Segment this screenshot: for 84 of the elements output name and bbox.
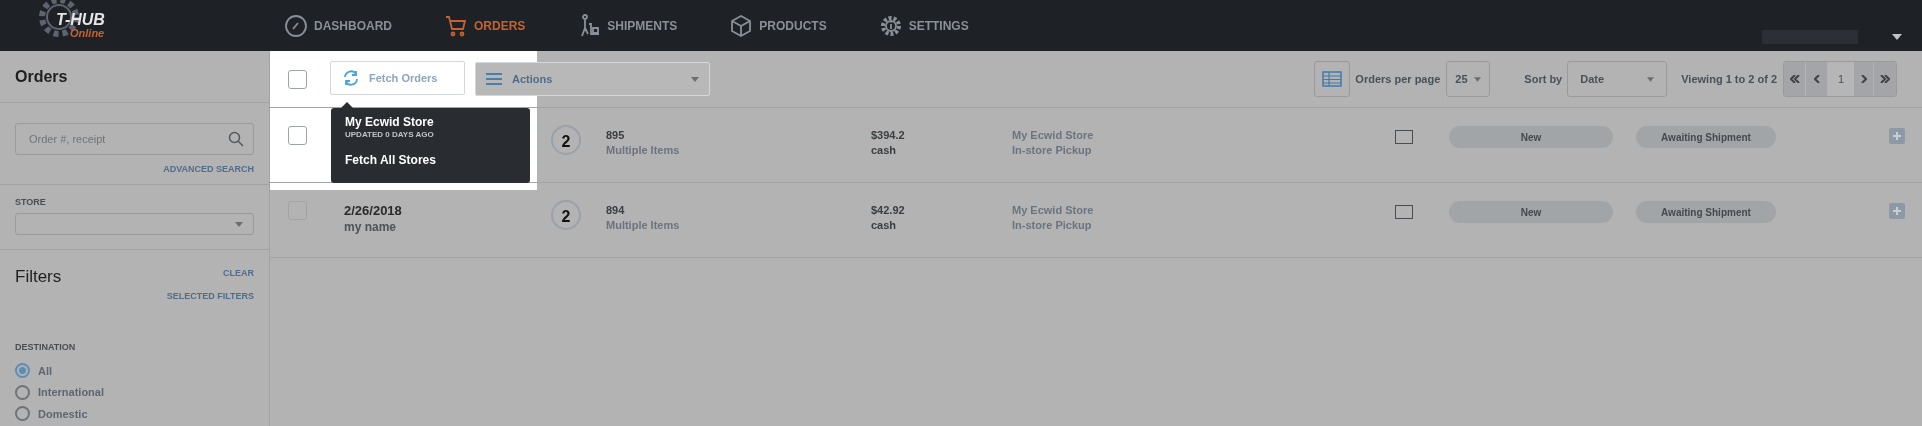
checkbox[interactable] [288,126,307,145]
radio-option[interactable]: Domestic [15,405,254,422]
gear-icon [878,13,903,38]
next-page-button[interactable] [1854,62,1874,96]
order-total: $394.2 [871,128,906,143]
table-icon [1322,71,1343,87]
radio-option[interactable]: International [15,384,254,401]
flag-checkbox[interactable] [1395,130,1413,144]
shipment-status-pill[interactable]: Awaiting Shipment [1636,201,1776,223]
search-field[interactable]: Order #, receipt [15,123,254,155]
actions-dropdown[interactable]: Actions [475,62,710,96]
plus-icon [1893,207,1901,215]
order-number: 895 [606,128,626,143]
tooltip-store-name[interactable]: My Ecwid Store [345,115,516,129]
plus-icon [1893,132,1901,140]
logo[interactable]: T-HUB Online [0,0,270,51]
destination-label: DESTINATION [15,341,77,354]
radio-button[interactable] [15,384,30,400]
item-count-badge: 2 [551,125,581,155]
caret-icon [235,221,243,227]
double-chevron-left-icon [1789,75,1800,83]
store-name: My Ecwid Store [1012,203,1095,218]
items-summary: Multiple Items [606,218,681,233]
caret-icon [691,76,699,82]
refresh-icon [343,70,359,86]
customer-name: my name [344,219,398,235]
chevron-right-icon [1860,75,1867,83]
box-icon [729,13,754,38]
items-summary: Multiple Items [606,143,681,158]
flag-checkbox[interactable] [1395,205,1413,219]
fetch-orders-button[interactable]: Fetch Orders [330,61,465,95]
clear-link[interactable]: CLEAR [223,267,254,281]
radio-button[interactable] [15,406,30,422]
order-number: 894 [606,203,626,218]
store-label: STORE [15,195,47,209]
order-total: $42.92 [871,203,906,218]
shipping-method: In-store Pickup [1012,218,1093,233]
nav-tab[interactable]: PRODUCTS [729,13,827,38]
viewing-count: Viewing 1 to 2 of 2 [1681,71,1777,87]
radio-button[interactable] [15,363,30,379]
caret-icon [1647,76,1655,82]
sort-select[interactable]: Date [1567,61,1668,97]
caret-icon[interactable] [1892,33,1902,40]
menu-icon [486,73,502,85]
filters-title: Filters [15,266,62,288]
order-date: 2/26/2018 [344,203,403,219]
sidebar-title: Orders [15,66,68,87]
store-select[interactable] [15,213,254,235]
checkbox[interactable] [288,69,307,89]
search-icon[interactable] [228,131,244,147]
last-page-button[interactable] [1874,62,1896,96]
sort-label: Sort by [1524,71,1563,87]
previous-page-button[interactable] [1806,62,1828,96]
gauge-icon [284,13,308,38]
shipping-method: In-store Pickup [1012,143,1093,158]
nav-tab[interactable]: DASHBOARD [284,13,392,38]
logo-subtitle: Online [70,28,105,39]
payment-method: cash [871,143,898,158]
nav-tab[interactable]: SETTINGS [878,13,969,38]
nav-tab[interactable]: ORDERS [444,13,526,38]
first-page-button[interactable] [1784,62,1806,96]
shipment-status-pill[interactable]: Awaiting Shipment [1636,126,1776,148]
nav-tab[interactable]: SHIPMENTS [577,13,678,38]
per-page-label: Orders per page [1355,71,1441,87]
table-view-button[interactable] [1314,61,1351,97]
radio-option[interactable]: All [15,362,254,379]
advanced-search-link[interactable]: ADVANCED SEARCH [163,163,254,177]
store-name: My Ecwid Store [1012,128,1095,143]
fetch-all-stores-link[interactable]: Fetch All Stores [345,151,516,169]
caret-icon [1474,76,1482,82]
payment-method: cash [871,218,898,233]
cart-icon [444,13,468,38]
order-row[interactable]: 2/26/2018 my name 2 894 Multiple Items $42.92 cash My Ecwid Store In-store Pickup New Awaiting Shipment [270,183,1922,258]
expand-button[interactable] [1889,128,1905,144]
selected-filters-link[interactable]: SELECTED FILTERS [166,289,254,303]
double-chevron-right-icon [1880,75,1890,83]
logo-title: T-HUB [56,12,105,28]
status-pill[interactable]: New [1449,201,1613,223]
expand-button[interactable] [1889,203,1905,219]
tooltip-updated-text: UPDATED 0 DAYS AGO [345,129,435,140]
chevron-left-icon [1813,75,1820,83]
status-pill[interactable]: New [1449,126,1613,148]
per-page-select[interactable]: 25 [1446,61,1491,97]
item-count-badge: 2 [551,200,581,230]
